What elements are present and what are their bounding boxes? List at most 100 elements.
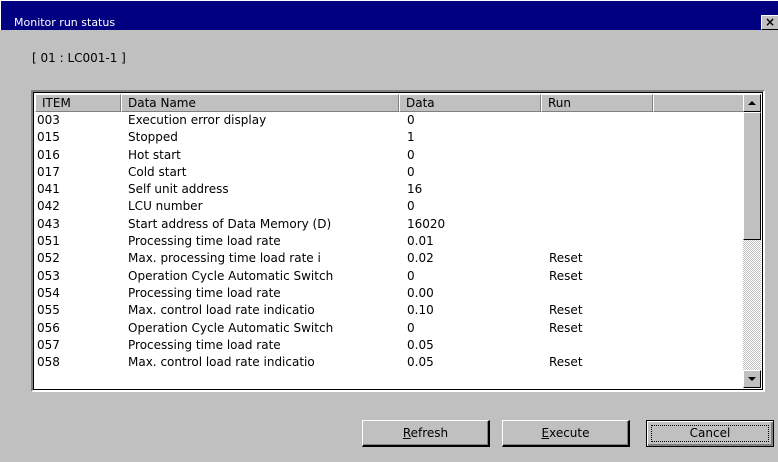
refresh-label: efresh (410, 426, 449, 440)
data-value-cell: 0 (407, 199, 415, 214)
run-cell (549, 337, 659, 354)
run-cell (549, 112, 659, 129)
item-cell: 058 (37, 355, 60, 370)
item-cell: 054 (37, 285, 60, 300)
table-row[interactable]: 052 Max. processing time load rate i 0.02 R… (35, 250, 743, 267)
table-row[interactable]: 057 Processing time load rate 0.05 (35, 337, 743, 354)
run-cell (549, 216, 659, 233)
data-name-cell: Execution error display (128, 113, 267, 127)
data-name-cell: Hot start (128, 147, 181, 162)
data-value-cell: 16020 (407, 216, 446, 231)
column-header-item[interactable]: ITEM (35, 94, 121, 112)
table-row[interactable]: 042 LCU number 0 (35, 198, 743, 215)
run-cell (549, 164, 659, 181)
table-row[interactable]: 017 Cold start 0 (35, 164, 743, 181)
data-name-cell: Self unit address (128, 182, 229, 197)
arrow-up-icon (748, 101, 756, 105)
column-header-run[interactable]: Run (541, 94, 653, 112)
data-value-cell: 0.02 (407, 251, 434, 266)
data-name-cell: Cold start (128, 164, 187, 179)
scroll-up-button[interactable] (743, 94, 761, 112)
column-header-data-name[interactable]: Data Name (121, 94, 399, 112)
scroll-thumb[interactable] (743, 112, 761, 240)
data-name-cell: LCU number (128, 199, 203, 214)
execute-button[interactable]: Execute (502, 420, 630, 447)
column-header-blank[interactable] (653, 94, 745, 112)
data-name-cell: Operation Cycle Automatic Switch (128, 320, 334, 335)
table-row[interactable]: 043 Start address of Data Memory (D) 16020 (35, 216, 743, 233)
table-row[interactable]: 055 Max. control load rate indicatio 0.10 R… (35, 302, 743, 319)
run-cell (549, 198, 659, 215)
execute-label: xecute (549, 426, 590, 440)
run-cell (549, 129, 659, 146)
data-value-cell: 0.00 (407, 285, 434, 300)
run-cell (549, 181, 659, 198)
data-name-cell: Max. control load rate indicatio (128, 355, 315, 370)
data-value-cell: 1 (407, 130, 415, 145)
data-value-cell: 0.01 (407, 234, 434, 249)
list-header: ITEM Data Name Data Run (35, 94, 745, 112)
data-name-cell: Processing time load rate (128, 285, 281, 300)
item-cell: 042 (37, 199, 60, 214)
column-header-data[interactable]: Data (399, 94, 541, 112)
item-cell: 003 (37, 113, 60, 127)
item-cell: 015 (37, 130, 60, 145)
table-row[interactable]: 003 Execution error display 0 (35, 112, 743, 129)
run-cell (549, 233, 659, 250)
data-name-cell: Max. control load rate indicatio (128, 303, 315, 318)
table-row[interactable]: 053 Operation Cycle Automatic Switch 0 Rese… (35, 268, 743, 285)
item-cell: 043 (37, 216, 60, 231)
table-row[interactable]: 041 Self unit address 16 (35, 181, 743, 198)
item-cell: 053 (37, 268, 60, 283)
run-cell: Reset (549, 320, 583, 335)
run-cell: Reset (549, 303, 583, 318)
item-cell: 041 (37, 182, 60, 197)
cancel-button[interactable]: Cancel (646, 420, 774, 447)
arrow-down-icon (748, 377, 756, 381)
table-row[interactable]: 056 Operation Cycle Automatic Switch 0 Rese… (35, 320, 743, 337)
item-cell: 052 (37, 251, 60, 266)
data-value-cell: 0 (407, 147, 415, 162)
run-cell (549, 147, 659, 164)
table-row[interactable]: 051 Processing time load rate 0.01 (35, 233, 743, 250)
data-value-cell: 0.05 (407, 355, 434, 370)
item-cell: 051 (37, 234, 60, 249)
item-cell: 055 (37, 303, 60, 318)
run-cell: Reset (549, 268, 583, 283)
data-name-cell: Start address of Data Memory (D) (128, 216, 332, 231)
data-name-cell: Processing time load rate (128, 337, 281, 352)
table-row[interactable]: 054 Processing time load rate 0.00 (35, 285, 743, 302)
scroll-down-button[interactable] (743, 370, 761, 388)
status-list[interactable]: ITEM Data Name Data Run 003 Execution err… (31, 90, 765, 392)
cancel-label: Cancel (689, 426, 731, 440)
data-name-cell: Operation Cycle Automatic Switch (128, 268, 334, 283)
data-value-cell: 0 (407, 113, 415, 127)
execute-accel: E (541, 426, 550, 440)
item-cell: 017 (37, 164, 60, 179)
run-cell: Reset (549, 355, 583, 370)
refresh-button[interactable]: Refresh (362, 420, 490, 447)
data-value-cell: 16 (407, 182, 423, 197)
window-title: Monitor run status (14, 16, 116, 29)
unit-label: [ 01 : LC001-1 ] (32, 51, 126, 65)
close-button[interactable]: × (761, 15, 778, 30)
table-row[interactable]: 058 Max. control load rate indicatio 0.05 R… (35, 354, 743, 371)
item-cell: 016 (37, 147, 60, 162)
data-value-cell: 0 (407, 320, 415, 335)
run-cell: Reset (549, 251, 583, 266)
table-row[interactable]: 015 Stopped 1 (35, 129, 743, 146)
title-bar: Monitor run status × (0, 0, 778, 30)
data-value-cell: 0 (407, 268, 415, 283)
table-row[interactable]: 016 Hot start 0 (35, 147, 743, 164)
data-name-cell: Stopped (128, 130, 178, 145)
item-cell: 057 (37, 337, 60, 352)
data-value-cell: 0.05 (407, 337, 434, 352)
vertical-scrollbar[interactable] (743, 94, 761, 388)
item-cell: 056 (37, 320, 60, 335)
run-cell (549, 285, 659, 302)
data-value-cell: 0.10 (407, 303, 434, 318)
data-name-cell: Processing time load rate (128, 234, 281, 249)
refresh-accel: R (402, 426, 411, 440)
data-name-cell: Max. processing time load rate i (128, 251, 321, 266)
data-value-cell: 0 (407, 164, 415, 179)
